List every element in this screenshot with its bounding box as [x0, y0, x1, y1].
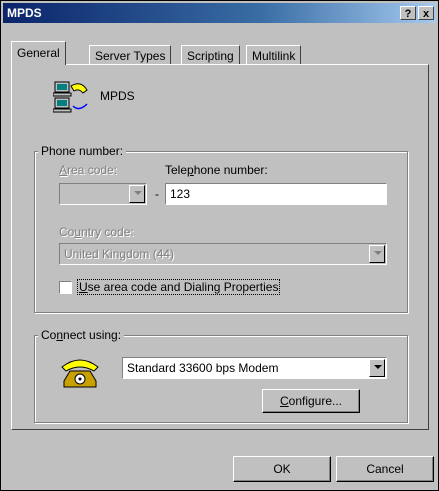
- dialog-window: MPDS ? x General Server Types Scripting …: [0, 0, 439, 491]
- telephone-number-input[interactable]: 123: [165, 183, 387, 205]
- country-code-value: United Kingdom (44): [64, 247, 175, 261]
- tab-multilink[interactable]: Multilink: [246, 45, 302, 65]
- dialup-connection-icon: [53, 81, 88, 113]
- close-icon: x: [422, 8, 430, 20]
- connect-using-group-label: Connect using:: [38, 328, 125, 342]
- chevron-down-icon[interactable]: [369, 245, 385, 263]
- area-code-label: Area code:: [59, 163, 118, 177]
- chevron-down-icon[interactable]: [369, 359, 385, 377]
- window-title: MPDS: [7, 6, 42, 20]
- chevron-down-icon[interactable]: [129, 185, 145, 203]
- tab-scripting[interactable]: Scripting: [181, 45, 240, 65]
- title-bar[interactable]: MPDS ? x: [3, 3, 436, 23]
- ok-button[interactable]: OK: [233, 456, 331, 482]
- close-button[interactable]: x: [418, 6, 434, 20]
- tab-scripting-label: Scripting: [187, 49, 234, 63]
- country-code-label: Country code:: [59, 225, 134, 239]
- use-area-code-checkbox[interactable]: [59, 281, 72, 294]
- area-code-separator: -: [155, 187, 159, 201]
- cancel-button[interactable]: Cancel: [336, 456, 434, 482]
- tab-panel: MPDS Phone number: Area code: - Telephon…: [11, 64, 429, 430]
- telephone-number-value: 123: [170, 187, 191, 201]
- modem-dropdown[interactable]: Standard 33600 bps Modem: [122, 357, 387, 379]
- use-area-code-label[interactable]: Use area code and Dialing Properties: [76, 279, 281, 295]
- area-code-dropdown[interactable]: [59, 183, 147, 205]
- tab-multilink-label: Multilink: [252, 49, 296, 63]
- tab-general[interactable]: General: [11, 41, 66, 65]
- tab-general-label: General: [17, 46, 60, 60]
- modem-phone-icon: [61, 359, 99, 388]
- configure-button[interactable]: Configure...: [262, 389, 360, 413]
- modem-value: Standard 33600 bps Modem: [127, 361, 279, 375]
- connection-name: MPDS: [100, 89, 135, 103]
- help-button[interactable]: ?: [400, 6, 416, 20]
- country-code-dropdown[interactable]: United Kingdom (44): [59, 243, 387, 265]
- tab-server-types-label: Server Types: [95, 49, 166, 63]
- telephone-number-label: Telephone number:: [165, 163, 268, 177]
- tab-server-types[interactable]: Server Types: [89, 45, 172, 65]
- phone-number-group-label: Phone number:: [38, 144, 127, 158]
